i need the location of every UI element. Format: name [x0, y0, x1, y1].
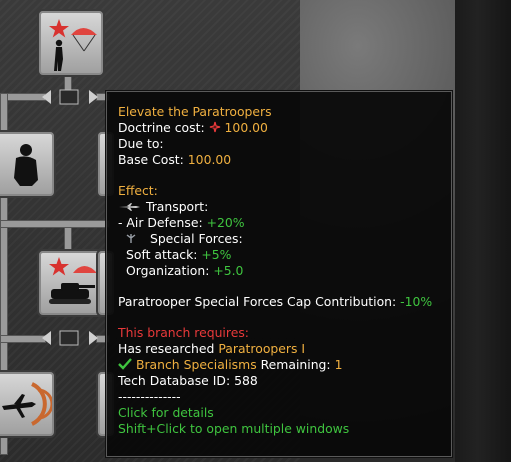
has-researched-row: Has researched Paratroopers I: [118, 341, 441, 357]
soft-attack-row: Soft attack: +5%: [118, 247, 441, 263]
air-defense-row: - Air Defense: +20%: [118, 215, 441, 231]
tech-tooltip: Elevate the Paratroopers Doctrine cost: …: [106, 91, 452, 457]
organization-row: Organization: +5.0: [118, 263, 441, 279]
tree-connector: [42, 87, 98, 107]
has-researched-value: Paratroopers I: [218, 341, 306, 356]
tree-connector: [42, 328, 98, 348]
soft-attack-value: +5%: [201, 247, 232, 262]
base-cost-row: Base Cost: 100.00: [118, 152, 441, 168]
tree-line: [0, 335, 46, 343]
separator: --------------: [118, 389, 181, 404]
transport-label: Transport:: [145, 199, 209, 214]
tech-db-value: 588: [234, 373, 258, 388]
soft-attack-label: Soft attack:: [126, 247, 198, 262]
transport-row: Transport:: [118, 199, 441, 215]
cap-contribution-row: Paratrooper Special Forces Cap Contribut…: [118, 294, 441, 310]
doctrine-cost-value: 100.00: [224, 120, 268, 135]
transport-plane-small-icon: [118, 200, 142, 216]
remaining-label: Remaining:: [260, 357, 331, 372]
tech-transport-tile[interactable]: [0, 370, 56, 438]
right-panel-edge: [455, 0, 511, 462]
base-cost-label: Base Cost:: [118, 152, 184, 167]
organization-value: +5.0: [213, 263, 244, 278]
doctrine-cost-row: Doctrine cost: 100.00: [118, 120, 441, 136]
tech-paratroopers-tile[interactable]: [37, 9, 105, 77]
tech-airborne-armor-tile[interactable]: [37, 249, 105, 317]
tech-db-row: Tech Database ID: 588: [118, 373, 441, 389]
transport-plane-icon: [2, 382, 52, 426]
special-forces-icon: [124, 232, 146, 248]
remaining-value: 1: [334, 357, 343, 372]
has-researched-label: Has researched: [118, 341, 215, 356]
branch-specialisms-label: Branch Specialisms: [135, 357, 257, 372]
doctrine-cost-label: Doctrine cost:: [118, 120, 205, 135]
doctrine-icon: [209, 121, 221, 137]
paratrooper-soldier-icon: [14, 144, 38, 186]
cap-contribution-label: Paratrooper Special Forces Cap Contribut…: [118, 294, 397, 309]
special-forces-row: Special Forces:: [118, 231, 441, 247]
effect-header: Effect:: [118, 183, 158, 198]
requires-header: This branch requires:: [118, 325, 249, 340]
checkmark-icon: [118, 357, 132, 374]
air-defense-value: +20%: [206, 215, 245, 230]
base-cost-value: 100.00: [187, 152, 232, 167]
tooltip-title: Elevate the Paratroopers: [118, 104, 272, 119]
tree-line: [0, 220, 110, 228]
tech-infantry-tile[interactable]: [0, 130, 56, 198]
air-defense-label: - Air Defense:: [118, 215, 203, 230]
tech-db-label: Tech Database ID:: [118, 373, 231, 388]
cap-contribution-value: -10%: [400, 294, 433, 309]
due-to-label: Due to:: [118, 136, 164, 151]
organization-label: Organization:: [126, 263, 210, 278]
special-forces-label: Special Forces:: [149, 231, 243, 246]
shift-click-hint: Shift+Click to open multiple windows: [118, 421, 350, 436]
click-details-hint: Click for details: [118, 405, 214, 420]
branch-specialisms-row: Branch Specialisms Remaining: 1: [118, 357, 441, 373]
tank-icon: [49, 257, 97, 304]
parachute-icon: [49, 19, 97, 71]
